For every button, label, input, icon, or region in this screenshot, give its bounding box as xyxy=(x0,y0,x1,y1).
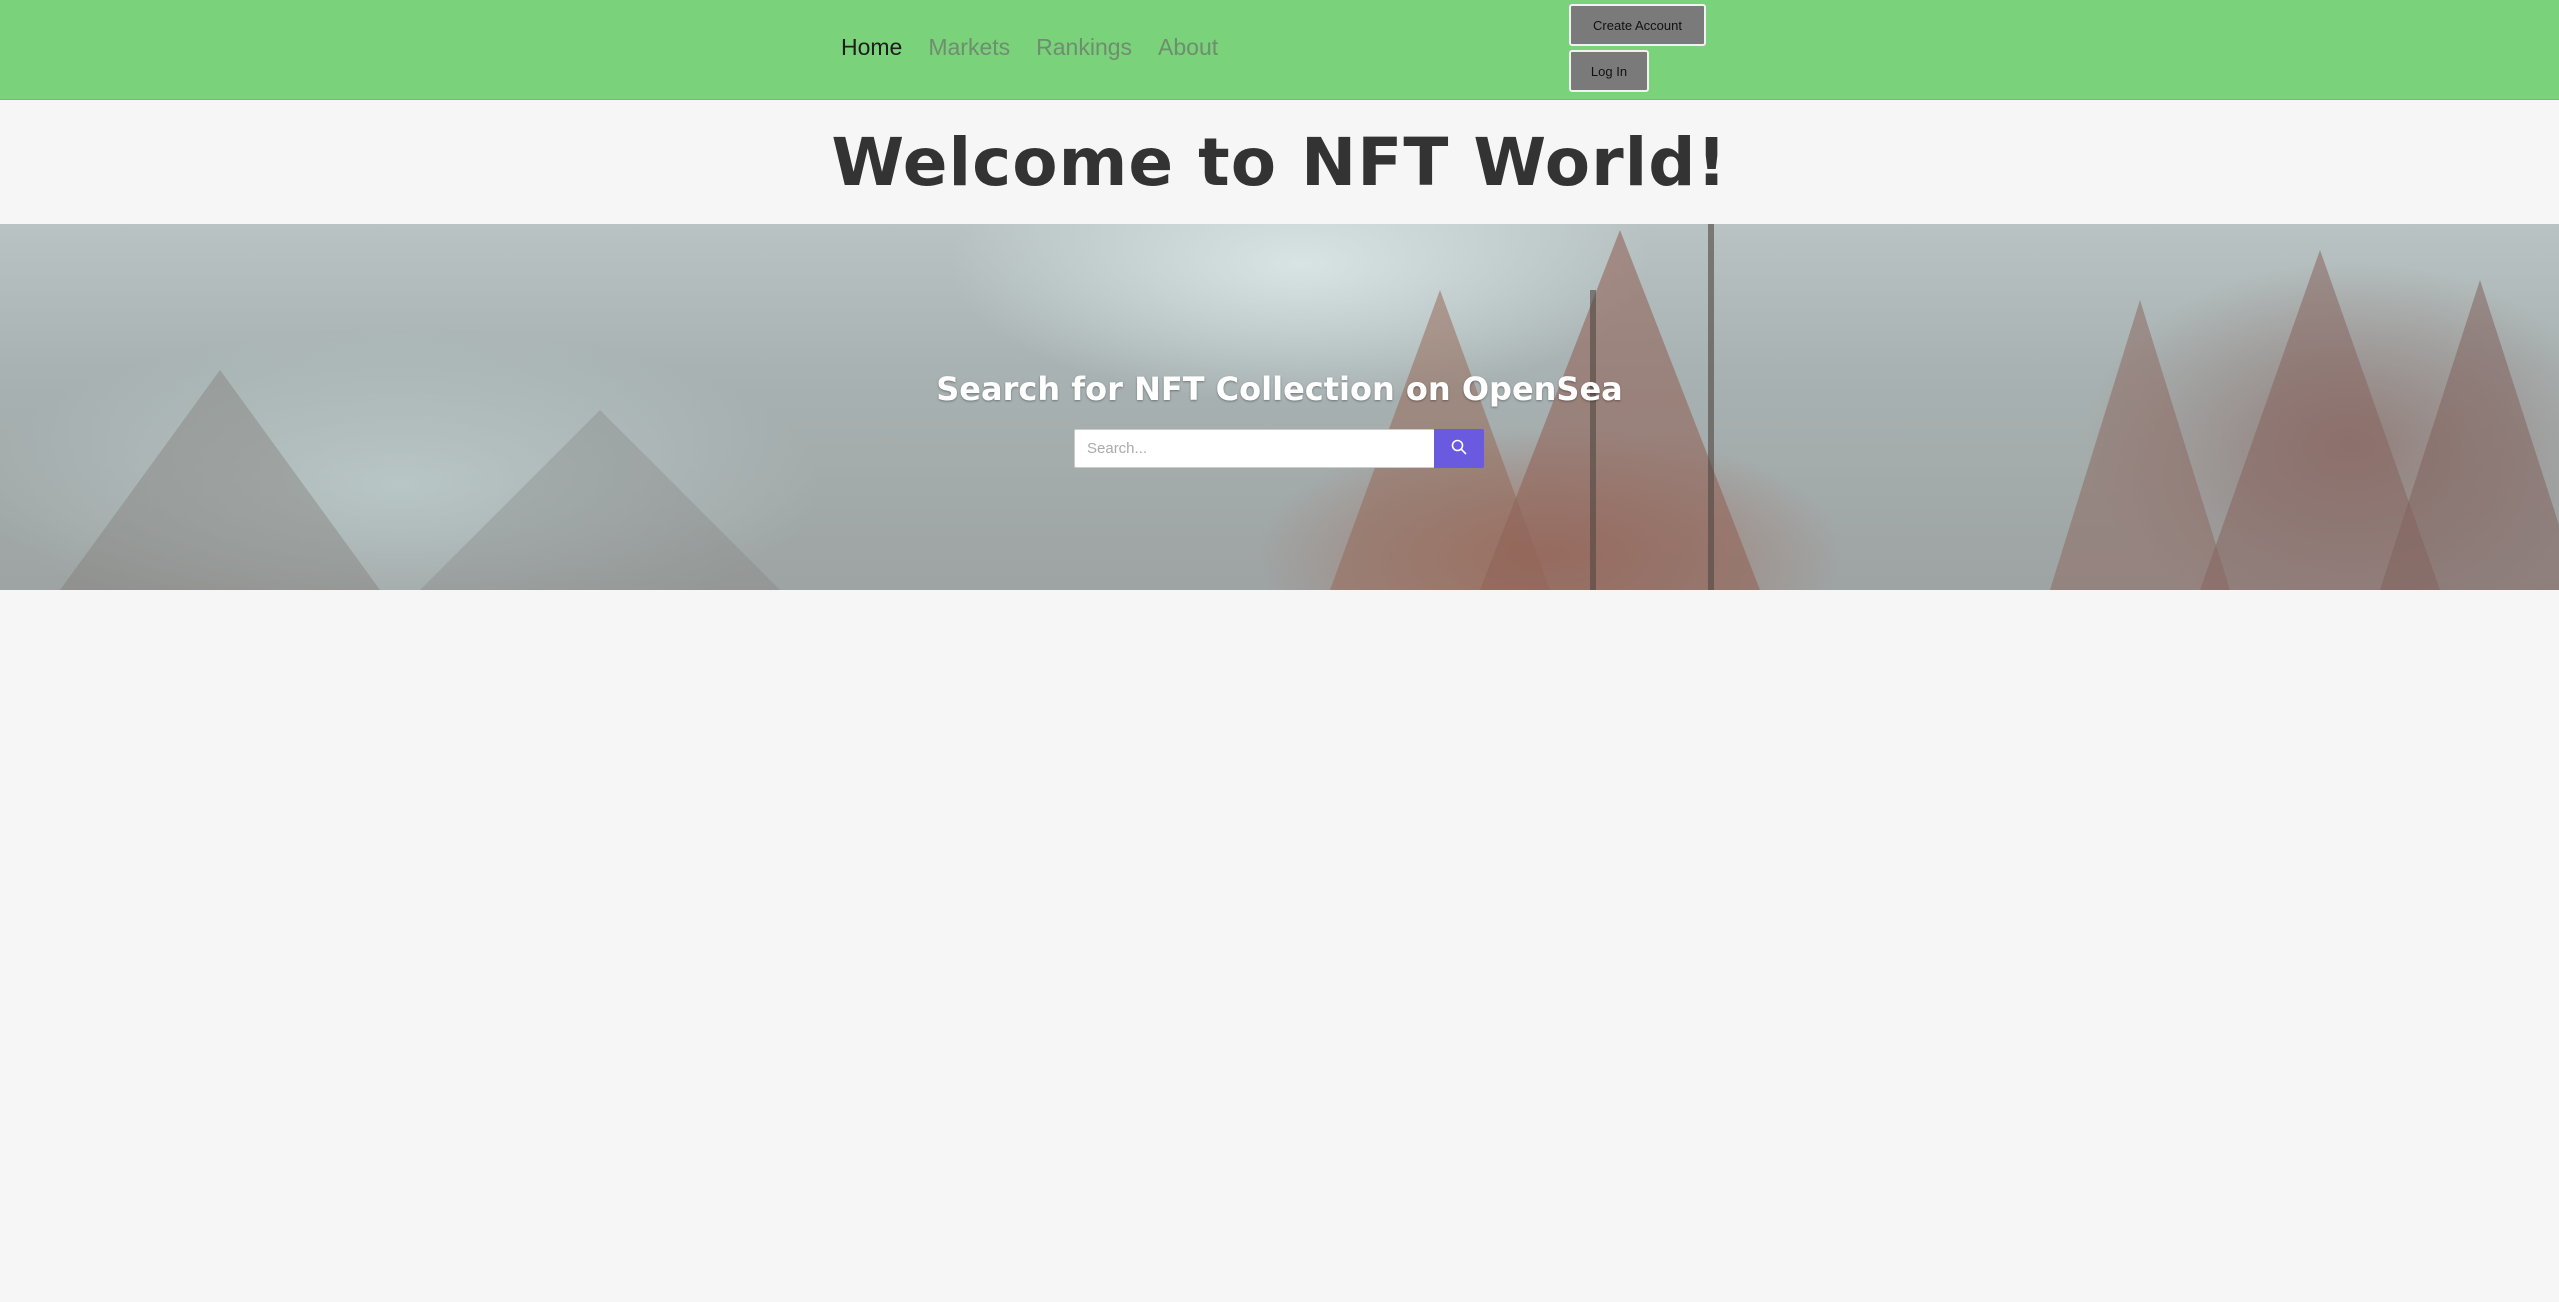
search-bar xyxy=(1074,429,1484,468)
page-title: Welcome to NFT World! xyxy=(831,123,1728,201)
main-nav: Home Markets Rankings About xyxy=(841,34,1218,61)
nav-about[interactable]: About xyxy=(1158,34,1218,61)
search-icon xyxy=(1451,439,1467,458)
create-account-button[interactable]: Create Account xyxy=(1569,4,1706,46)
hero-banner: Search for NFT Collection on OpenSea xyxy=(0,224,2559,590)
top-navbar: Home Markets Rankings About Create Accou… xyxy=(0,0,2559,100)
search-input[interactable] xyxy=(1074,429,1434,468)
log-in-button[interactable]: Log In xyxy=(1569,50,1649,92)
nav-markets[interactable]: Markets xyxy=(928,34,1010,61)
search-button[interactable] xyxy=(1434,429,1484,468)
nav-rankings[interactable]: Rankings xyxy=(1036,34,1132,61)
nav-home[interactable]: Home xyxy=(841,34,902,61)
hero-title: Search for NFT Collection on OpenSea xyxy=(936,370,1623,408)
